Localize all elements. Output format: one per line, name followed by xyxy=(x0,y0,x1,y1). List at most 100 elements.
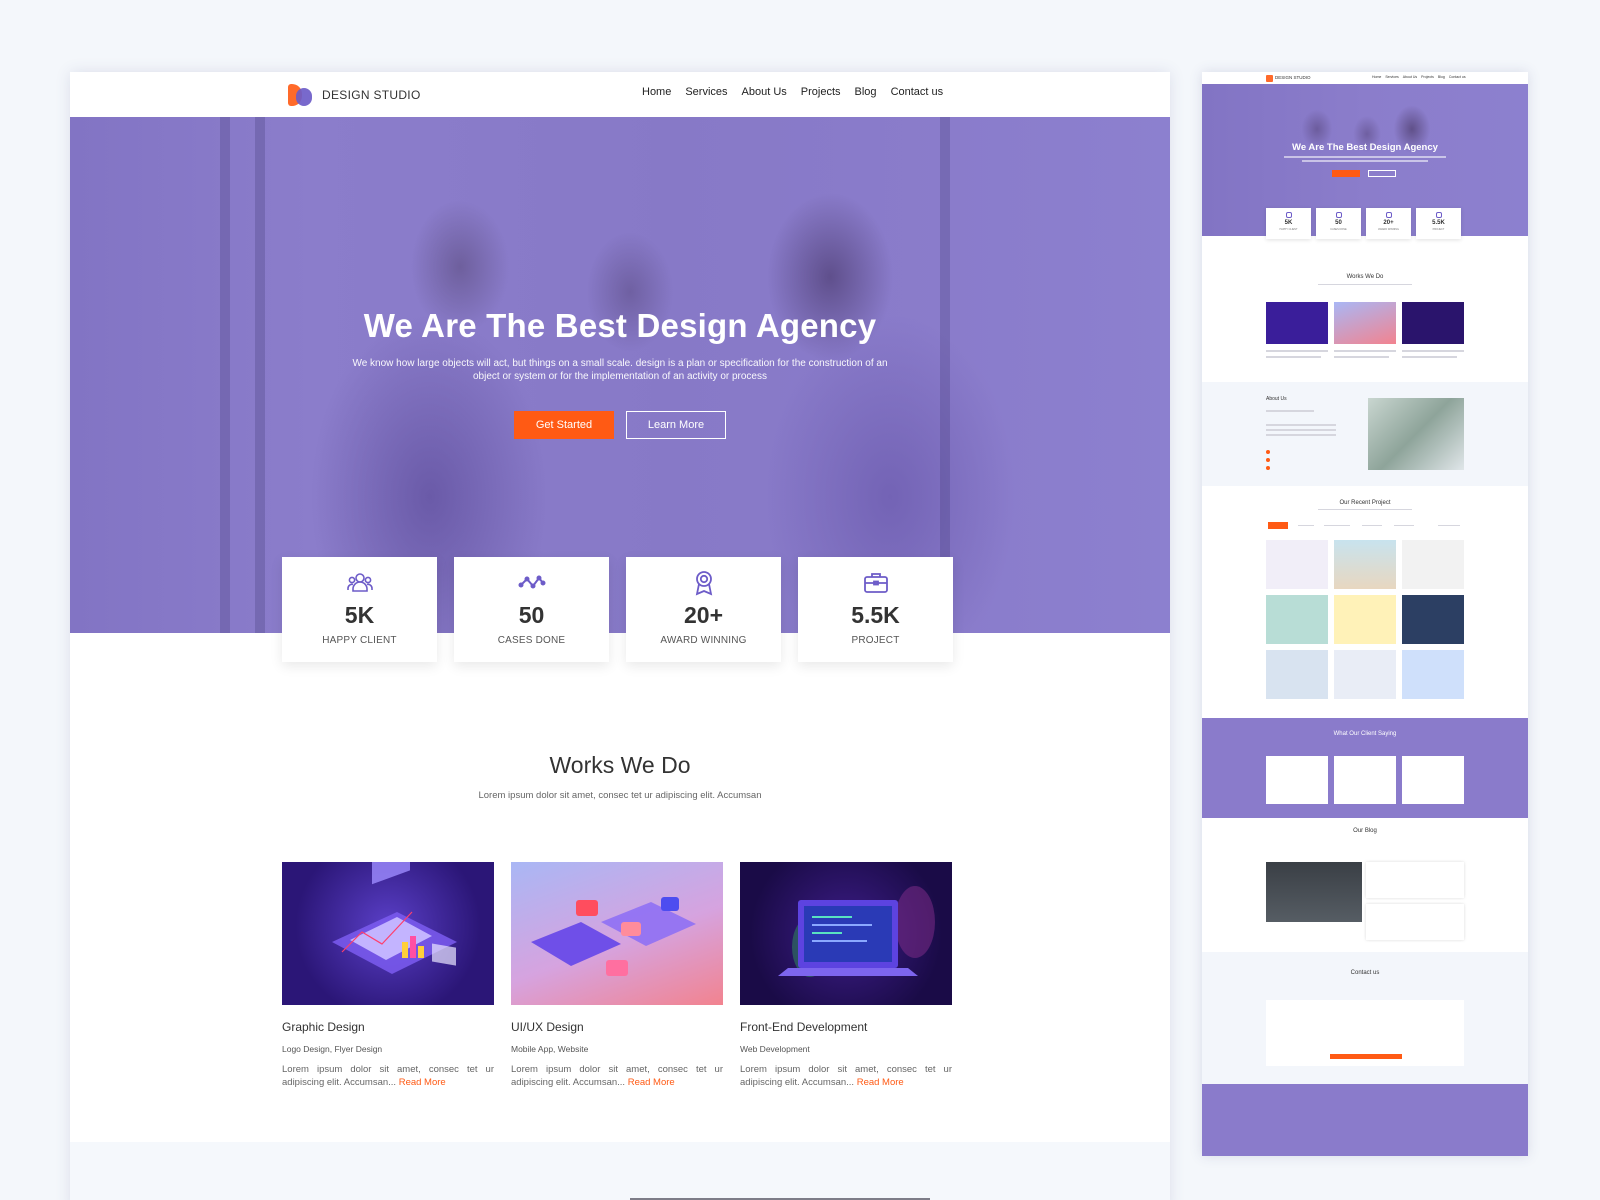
award-icon xyxy=(695,571,712,596)
mini-hero-title: We Are The Best Design Agency xyxy=(1292,142,1438,153)
mini-brand-name: DESIGN STUDIO xyxy=(1275,75,1311,80)
stat-card: 5.5K PROJECT xyxy=(798,557,953,662)
mini-stat-card: 20+ AWARD WINNING xyxy=(1366,208,1411,239)
hero-text: We know how large objects will act, but … xyxy=(352,358,888,382)
service-card: Front-End Development Web Development Lo… xyxy=(740,862,952,1089)
service-card: UI/UX Design Mobile App, Website Lorem i… xyxy=(511,862,723,1089)
mini-recent-title: Our Recent Project xyxy=(1339,500,1391,506)
mini-stat-card: 50 CASES DONE xyxy=(1316,208,1361,239)
card-title: Front-End Development xyxy=(740,1020,868,1034)
blog-card xyxy=(1366,862,1464,898)
nav-home[interactable]: Home xyxy=(642,86,671,98)
mini-get-started-button xyxy=(1332,170,1360,177)
get-started-button[interactable]: Get Started xyxy=(514,411,614,439)
mini-menu: Home Services About Us Projects Blog Con… xyxy=(1372,75,1466,79)
mini-footer xyxy=(1202,1084,1528,1156)
mini-filter-tab xyxy=(1394,525,1414,526)
stat-card: 5K HAPPY CLIENT xyxy=(282,557,437,662)
mini-nav-item: About Us xyxy=(1402,75,1418,79)
nav-contact-us[interactable]: Contact us xyxy=(891,86,944,98)
stat-value: 20+ xyxy=(683,602,723,628)
mini-about-text xyxy=(1266,410,1314,412)
mini-filter-tab xyxy=(1298,525,1314,526)
card-title: Graphic Design xyxy=(282,1020,365,1034)
brand-name[interactable]: DESIGN STUDIO xyxy=(322,88,421,102)
read-more-link[interactable]: Read More xyxy=(857,1077,904,1088)
card-description: Lorem ipsum dolor sit amet, consec tet u… xyxy=(740,1064,952,1088)
mini-bullet-icon xyxy=(1266,450,1270,454)
project-thumb xyxy=(1266,650,1328,699)
hero-content: We Are The Best Design Agency We know ho… xyxy=(70,307,1170,439)
testimonial-card xyxy=(1266,756,1328,804)
mini-briefcase-icon xyxy=(1435,212,1442,218)
stat-value: 5.5K xyxy=(851,602,900,628)
stat-label: CASES DONE xyxy=(497,635,566,646)
nav-services[interactable]: Services xyxy=(685,86,727,98)
stat-label: HAPPY CLIENT xyxy=(322,635,397,646)
mini-blog-title: Our Blog xyxy=(1353,828,1377,834)
mini-stat-card: 5.5K PROJECT xyxy=(1416,208,1461,239)
mini-nav-item: Blog xyxy=(1437,75,1445,79)
stat-card: 50 CASES DONE xyxy=(454,557,609,662)
hero-title: We Are The Best Design Agency xyxy=(363,307,877,344)
mini-filter-all xyxy=(1268,522,1288,529)
card-tags: Web Development xyxy=(740,1044,810,1054)
mini-works-title: Works We Do xyxy=(1346,274,1384,280)
project-thumb xyxy=(1266,595,1328,644)
users-icon xyxy=(346,573,373,592)
works-cards: Graphic Design Logo Design, Flyer Design… xyxy=(282,862,952,1089)
mini-bullet-icon xyxy=(1266,466,1270,470)
next-section-band xyxy=(70,1142,1170,1200)
mini-filter-tab xyxy=(1324,525,1350,526)
learn-more-button[interactable]: Learn More xyxy=(626,411,726,439)
mini-filter-tab xyxy=(1438,525,1460,526)
project-thumb xyxy=(1266,540,1328,589)
card-description: Lorem ipsum dolor sit amet, consec tet u… xyxy=(282,1064,494,1088)
stat-value: 50 xyxy=(518,602,545,628)
nav-projects[interactable]: Projects xyxy=(801,86,841,98)
stat-label: AWARD WINNING xyxy=(660,635,747,646)
graphic-design-illustration[interactable] xyxy=(282,862,494,1005)
mini-filter-tab xyxy=(1362,525,1382,526)
project-thumb xyxy=(1334,595,1396,644)
mini-nav-item: Home xyxy=(1372,75,1382,79)
full-page-thumbnail: DESIGN STUDIO Home Services About Us Pro… xyxy=(1202,72,1528,1156)
mini-frontend-thumb xyxy=(1402,302,1464,344)
mini-trend-icon xyxy=(1335,212,1342,218)
front-end-illustration[interactable] xyxy=(740,862,952,1005)
mini-navbar: DESIGN STUDIO Home Services About Us Pro… xyxy=(1202,72,1528,84)
mini-contact-title: Contact us xyxy=(1350,970,1380,976)
project-thumb xyxy=(1402,595,1464,644)
mini-learn-more-button xyxy=(1368,170,1396,177)
mini-about-title: About Us xyxy=(1266,396,1287,402)
nav-blog[interactable]: Blog xyxy=(855,86,877,98)
card-description: Lorem ipsum dolor sit amet, consec tet u… xyxy=(511,1064,723,1088)
works-subtitle: Lorem ipsum dolor sit amet, consec tet u… xyxy=(478,790,762,801)
mini-graphic-thumb xyxy=(1266,302,1328,344)
stat-card: 20+ AWARD WINNING xyxy=(626,557,781,662)
logo-icon[interactable] xyxy=(286,82,314,108)
nav-about-us[interactable]: About Us xyxy=(742,86,787,98)
mini-ux-thumb xyxy=(1334,302,1396,344)
stat-value: 5K xyxy=(344,602,375,628)
mini-card-text xyxy=(1266,356,1321,358)
top-navbar: DESIGN STUDIO Home Services About Us Pro… xyxy=(70,72,1170,117)
mini-card-text xyxy=(1402,356,1457,358)
hero-buttons: Get Started Learn More xyxy=(70,411,1170,439)
mini-nav-item: Projects xyxy=(1421,75,1434,79)
mini-about-photo xyxy=(1368,398,1464,470)
card-title: UI/UX Design xyxy=(511,1020,584,1034)
testimonial-card xyxy=(1402,756,1464,804)
mini-about-text xyxy=(1266,429,1336,431)
read-more-link[interactable]: Read More xyxy=(399,1077,446,1088)
read-more-link[interactable]: Read More xyxy=(628,1077,675,1088)
mini-hero-text-line xyxy=(1302,160,1428,162)
mini-stat-card: 5K HAPPY CLIENT xyxy=(1266,208,1311,239)
project-thumb xyxy=(1334,650,1396,699)
mini-award-icon xyxy=(1385,212,1392,218)
works-section: Works We Do Lorem ipsum dolor sit amet, … xyxy=(70,752,1170,801)
card-tags: Logo Design, Flyer Design xyxy=(282,1044,383,1054)
trend-icon xyxy=(518,575,545,589)
mini-card-text xyxy=(1334,350,1396,352)
ux-ui-illustration[interactable] xyxy=(511,862,723,1005)
